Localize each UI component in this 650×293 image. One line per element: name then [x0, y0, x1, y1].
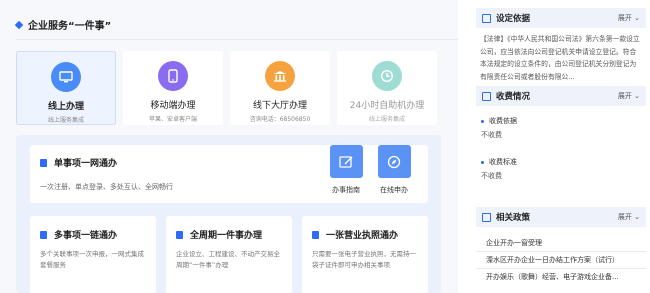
service-channel-cards: 线上办理 线上服务集成 移动端办理 苹果、安卓客户端 线下大厅办理 咨询电话：6…: [16, 51, 441, 125]
fee-standard-value: 不收费: [481, 172, 502, 180]
policy-title: 相关政策: [496, 213, 531, 223]
sub-card-title: 一张营业执照通办: [326, 231, 399, 241]
doc-icon: [40, 230, 47, 239]
section-title: 企业服务“一件事”: [28, 21, 112, 32]
sub-card-license[interactable]: 一张营业执照通办 只需要一张电子营业执照，无需持一袋子证件即可申办相关事项: [302, 216, 428, 293]
diamond-icon: [14, 20, 24, 29]
online-panel: 单事项一网通办 一次注册、单点登录、多处互认、全网畅行 办事指南 在线申办 多事…: [16, 135, 441, 293]
fee-title: 收费情况: [496, 92, 531, 102]
fee-expand-toggle[interactable]: 展开 ⌄: [618, 91, 640, 101]
basis-text: 【法律】《中华人民共和国公司法》第六条第一款设立公司，应当依法向公司登记机关申请…: [480, 35, 640, 81]
divider: [16, 39, 458, 40]
sub-card-full-cycle[interactable]: 全周期一件事办理 企业设立、工程建设、不动产交易全周期“一件事”办理: [166, 216, 292, 293]
section-header: 企业服务“一件事”: [14, 17, 112, 32]
document-icon: [482, 13, 491, 23]
card-title: 移动端办理: [150, 101, 196, 111]
guide-button[interactable]: 办事指南: [329, 145, 363, 195]
edit-icon: [329, 145, 363, 178]
policy-header: 相关政策 展开 ⌄: [476, 207, 646, 227]
policy-link[interactable]: 溧水区开办企业一日办结工作方案（试行）: [486, 255, 619, 265]
card-subtitle: 线上服务集成: [368, 116, 405, 123]
building-icon: [265, 61, 295, 91]
sub-card-title: 多事项一链通办: [54, 231, 118, 241]
basis-header: 设定依据 展开 ⌄: [476, 8, 646, 28]
single-item-desc: 一次注册、单点登录、多处互认、全网畅行: [40, 183, 173, 191]
policy-expand-toggle[interactable]: 展开 ⌄: [618, 212, 640, 222]
main-area: 企业服务“一件事” 线上办理 线上服务集成 移动端办理 苹果、安卓客户端 线下大…: [0, 0, 458, 293]
single-item-title: 单事项一网通办: [54, 159, 118, 169]
card-subtitle: 咨询电话：68506850: [249, 116, 311, 123]
doc-icon: [312, 230, 319, 239]
fee-basis-value: 不收费: [481, 131, 502, 139]
sub-card-title: 全周期一件事办理: [190, 231, 263, 241]
single-item-card[interactable]: 单事项一网通办 一次注册、单点登录、多处互认、全网畅行: [30, 145, 428, 203]
fee-header: 收费情况 展开 ⌄: [476, 86, 646, 106]
document-icon: [482, 91, 491, 101]
divider: [476, 251, 646, 252]
card-online[interactable]: 线上办理 线上服务集成: [16, 51, 116, 125]
policy-link[interactable]: 企业开办一窗受理: [486, 238, 542, 248]
document-icon: [482, 212, 491, 222]
divider: [476, 268, 646, 269]
sub-card-desc: 只需要一张电子营业执照，无需持一袋子证件即可申办相关事项: [312, 250, 416, 269]
card-offline-hall[interactable]: 线下大厅办理 咨询电话：68506850: [230, 51, 330, 125]
doc-icon: [176, 230, 183, 239]
card-title: 24小时自助机办理: [349, 101, 425, 111]
clock-icon: [372, 61, 402, 91]
sub-card-desc: 多个关联事项一次申报，一网式集成套餐服务: [40, 250, 144, 269]
guide-label: 办事指南: [332, 186, 360, 194]
card-subtitle: 苹果、安卓客户端: [148, 116, 197, 123]
card-subtitle: 线上服务集成: [47, 117, 84, 124]
card-self-service[interactable]: 24小时自助机办理 线上服务集成: [337, 51, 437, 125]
sidebar: 设定依据 展开 ⌄ 【法律】《中华人民共和国公司法》第六条第一款设立公司，应当依…: [473, 0, 650, 293]
compass-icon: [377, 145, 411, 178]
card-title: 线下大厅办理: [252, 101, 307, 111]
policy-link[interactable]: 开办娱乐（歌舞）经营、电子游戏企业备...: [486, 272, 619, 282]
card-mobile[interactable]: 移动端办理 苹果、安卓客户端: [123, 51, 223, 125]
phone-icon: [158, 61, 188, 91]
card-title: 线上办理: [47, 102, 84, 112]
apply-label: 在线申办: [380, 186, 408, 194]
basis-title: 设定依据: [496, 14, 531, 24]
basis-expand-toggle[interactable]: 展开 ⌄: [618, 13, 640, 23]
fee-standard-label: 收费标准: [481, 157, 517, 167]
fee-basis-label: 收费依据: [481, 116, 517, 126]
apply-online-button[interactable]: 在线申办: [377, 145, 411, 195]
monitor-icon: [51, 62, 81, 92]
sub-card-multi-item[interactable]: 多事项一链通办 多个关联事项一次申报，一网式集成套餐服务: [30, 216, 156, 293]
sub-service-list: 多事项一链通办 多个关联事项一次申报，一网式集成套餐服务 全周期一件事办理 企业…: [30, 216, 428, 293]
doc-icon: [40, 158, 47, 167]
sub-card-desc: 企业设立、工程建设、不动产交易全周期“一件事”办理: [176, 250, 280, 269]
